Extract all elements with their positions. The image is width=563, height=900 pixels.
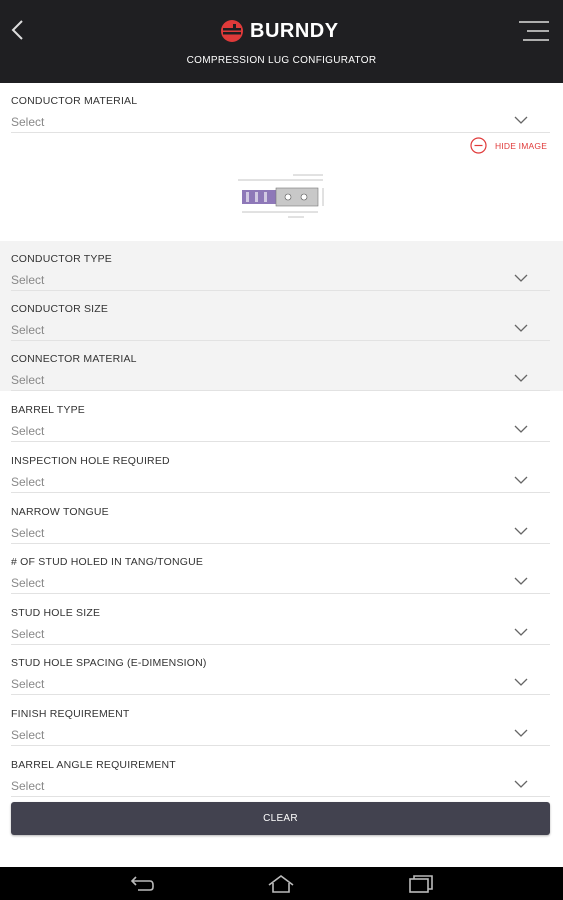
app-header: BURNDY COMPRESSION LUG CONFIGURATOR xyxy=(0,0,563,83)
burndy-logo-icon xyxy=(221,20,243,42)
chevron-down-icon xyxy=(514,476,528,484)
chevron-down-icon xyxy=(514,678,528,686)
divider xyxy=(11,441,550,442)
field-value: Select xyxy=(11,424,45,438)
brand-logo: BURNDY xyxy=(220,16,339,46)
chevron-down-icon xyxy=(514,729,528,737)
divider xyxy=(11,390,550,391)
dropdown-barrel-type[interactable]: BARREL TYPE Select xyxy=(0,392,563,442)
field-value: Select xyxy=(11,779,45,793)
field-value: Select xyxy=(11,526,45,540)
field-value: Select xyxy=(11,115,45,129)
dropdown-stud-holes-count[interactable]: # OF STUD HOLED IN TANG/TONGUE Select xyxy=(0,544,563,594)
dropdown-conductor-material[interactable]: CONDUCTOR MATERIAL Select xyxy=(0,83,563,133)
chevron-down-icon xyxy=(514,628,528,636)
divider xyxy=(11,593,550,594)
dropdown-conductor-type[interactable]: CONDUCTOR TYPE Select xyxy=(0,241,563,291)
field-label: CONDUCTOR SIZE xyxy=(11,303,109,315)
field-label: STUD HOLE SIZE xyxy=(11,607,101,619)
chevron-down-icon xyxy=(514,274,528,282)
divider xyxy=(11,694,550,695)
field-label: FINISH REQUIREMENT xyxy=(11,708,130,720)
field-value: Select xyxy=(11,323,45,337)
hide-image-toggle[interactable]: HIDE IMAGE xyxy=(470,137,547,154)
page-subtitle: COMPRESSION LUG CONFIGURATOR xyxy=(186,55,377,66)
divider xyxy=(11,745,550,746)
hide-image-label: HIDE IMAGE xyxy=(495,140,548,151)
divider xyxy=(11,492,550,493)
chevron-down-icon xyxy=(514,374,528,382)
chevron-down-icon xyxy=(514,425,528,433)
dropdown-conductor-size[interactable]: CONDUCTOR SIZE Select xyxy=(0,291,563,341)
field-label: CONNECTOR MATERIAL xyxy=(11,353,137,365)
field-label: NARROW TONGUE xyxy=(11,506,109,518)
field-label: CONDUCTOR MATERIAL xyxy=(11,95,138,107)
field-value: Select xyxy=(11,475,45,489)
chevron-down-icon xyxy=(514,116,528,124)
chevron-down-icon xyxy=(514,324,528,332)
dropdown-connector-material[interactable]: CONNECTOR MATERIAL Select xyxy=(0,341,563,391)
field-label: STUD HOLE SPACING (E-DIMENSION) xyxy=(11,657,207,669)
nav-home-icon[interactable] xyxy=(266,873,296,895)
back-arrow-icon[interactable] xyxy=(8,17,28,43)
system-nav-bar xyxy=(0,867,563,900)
dropdown-finish-requirement[interactable]: FINISH REQUIREMENT Select xyxy=(0,696,563,746)
field-value: Select xyxy=(11,576,45,590)
field-label: INSPECTION HOLE REQUIRED xyxy=(11,455,170,467)
field-label: # OF STUD HOLED IN TANG/TONGUE xyxy=(11,556,204,568)
field-label: CONDUCTOR TYPE xyxy=(11,253,113,265)
brand-name: BURNDY xyxy=(250,19,339,42)
field-value: Select xyxy=(11,677,45,691)
nav-back-icon[interactable] xyxy=(126,873,156,895)
field-value: Select xyxy=(11,373,45,387)
minus-circle-icon xyxy=(470,137,487,154)
menu-icon[interactable] xyxy=(519,20,549,42)
dropdown-barrel-angle[interactable]: BARREL ANGLE REQUIREMENT Select xyxy=(0,747,563,797)
chevron-down-icon xyxy=(514,577,528,585)
clear-button[interactable]: CLEAR xyxy=(11,802,550,835)
chevron-down-icon xyxy=(514,780,528,788)
dropdown-stud-hole-spacing[interactable]: STUD HOLE SPACING (E-DIMENSION) Select xyxy=(0,645,563,695)
dropdown-inspection-hole[interactable]: INSPECTION HOLE REQUIRED Select xyxy=(0,443,563,493)
lug-diagram-image xyxy=(238,174,324,218)
field-value: Select xyxy=(11,728,45,742)
field-value: Select xyxy=(11,627,45,641)
divider xyxy=(11,132,550,133)
divider xyxy=(11,796,550,797)
dropdown-stud-hole-size[interactable]: STUD HOLE SIZE Select xyxy=(0,595,563,645)
field-value: Select xyxy=(11,273,45,287)
field-label: BARREL TYPE xyxy=(11,404,85,416)
field-label: BARREL ANGLE REQUIREMENT xyxy=(11,759,176,771)
chevron-down-icon xyxy=(514,527,528,535)
dropdown-narrow-tongue[interactable]: NARROW TONGUE Select xyxy=(0,494,563,544)
nav-recents-icon[interactable] xyxy=(406,873,436,895)
